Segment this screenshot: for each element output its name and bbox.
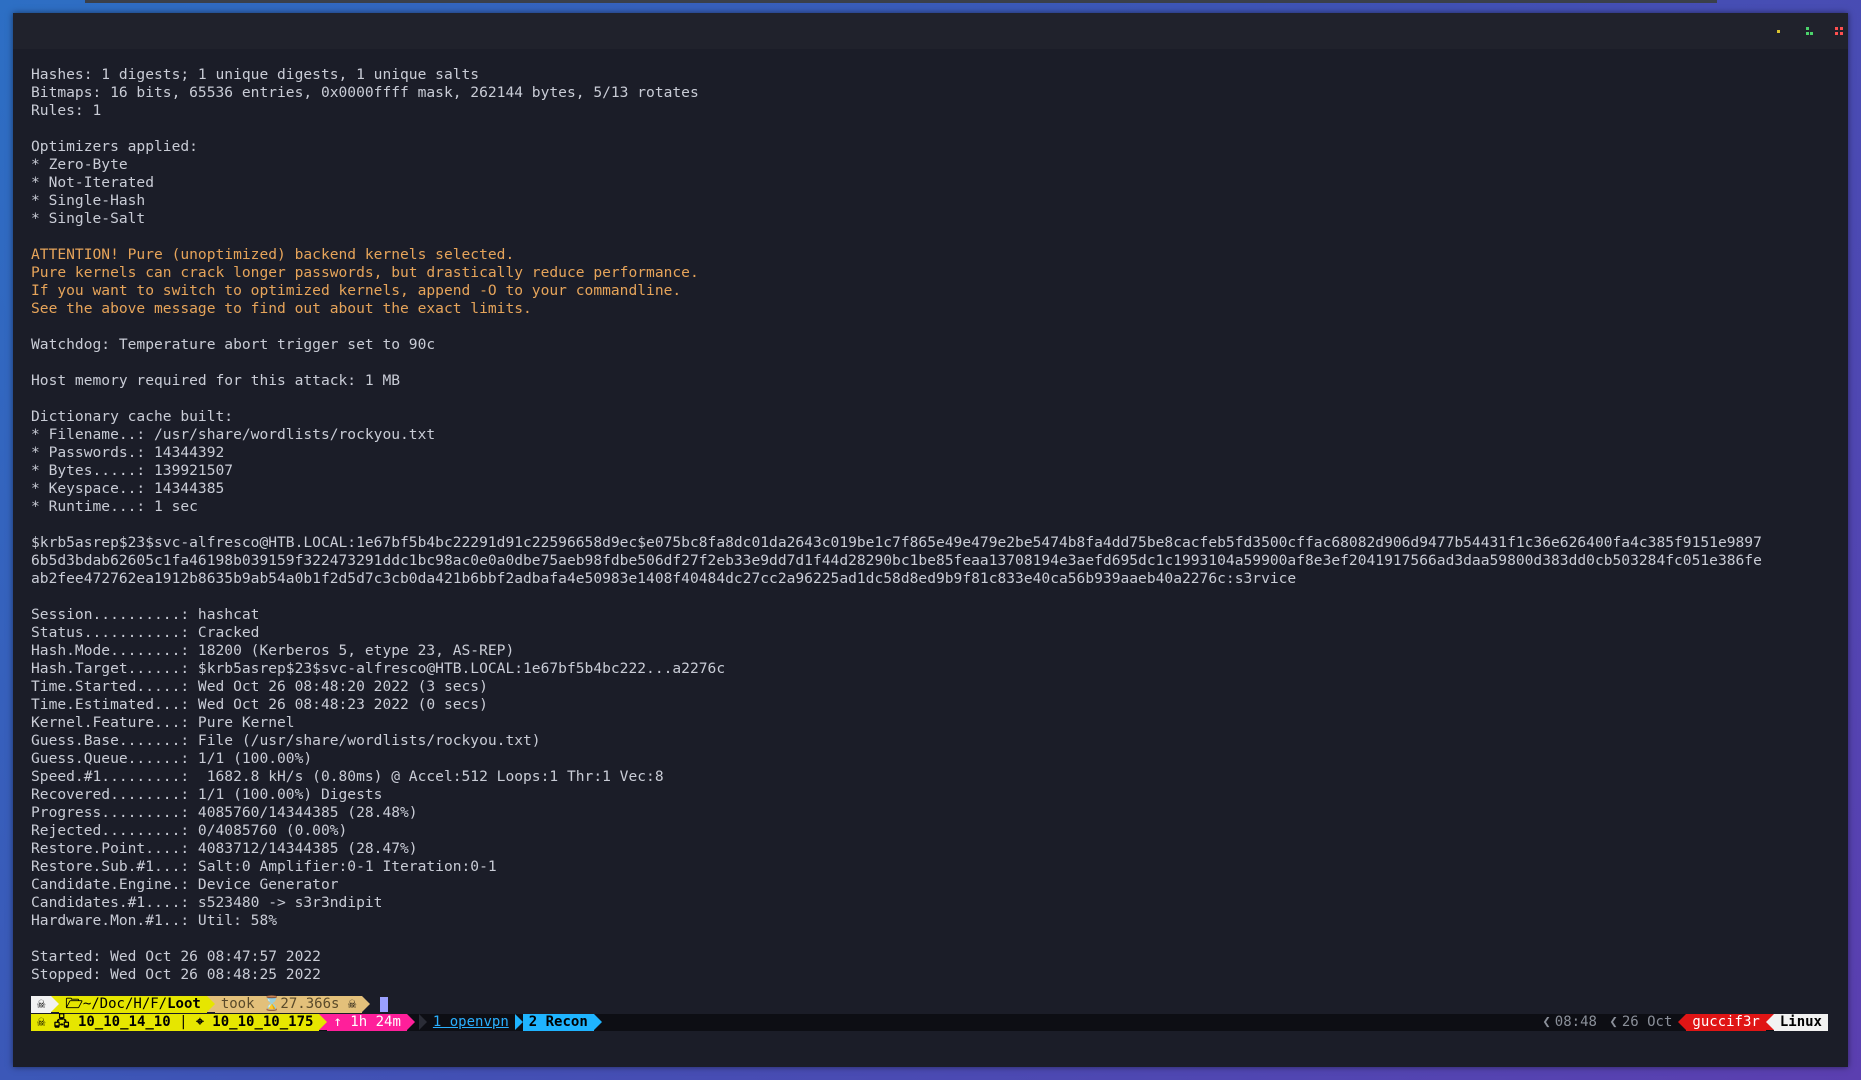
minimize-icon[interactable] xyxy=(1774,26,1784,36)
terminal-line: * Filename..: /usr/share/wordlists/rocky… xyxy=(31,426,436,443)
skull-icon: ☠ xyxy=(31,996,52,1013)
terminal-line: * Single-Hash xyxy=(31,192,146,209)
target-ip: 10_10_10_175 xyxy=(212,1014,314,1030)
terminal-line: Candidates.#1....: s523480 -> s3r3ndipit xyxy=(31,894,383,911)
clock-date: 26 Oct xyxy=(1621,1014,1673,1030)
chevron-left-icon: ❮ xyxy=(1542,1014,1551,1030)
terminal-line: Hashes: 1 digests; 1 unique digests, 1 u… xyxy=(31,66,480,83)
terminal-line: Restore.Point....: 4083712/14344385 (28.… xyxy=(31,840,418,857)
terminal-line: Guess.Queue......: 1/1 (100.00%) xyxy=(31,750,313,767)
maximize-icon[interactable] xyxy=(1804,26,1814,36)
terminal-line: * Passwords.: 14344392 xyxy=(31,444,225,461)
terminal-line: Hash.Target......: $krb5asrep$23$svc-alf… xyxy=(31,660,726,677)
target-icon: ⌖ xyxy=(195,1014,204,1030)
terminal-line: Candidate.Engine.: Device Generator xyxy=(31,876,339,893)
terminal-line: Watchdog: Temperature abort trigger set … xyxy=(31,336,436,353)
terminal-line: Rejected.........: 0/4085760 (0.00%) xyxy=(31,822,348,839)
terminal-line: Optimizers applied: xyxy=(31,138,198,155)
path-prefix: ~/Doc/H/F/ xyxy=(82,996,168,1012)
user-name: guccif3r xyxy=(1686,1014,1766,1031)
tmux-status-bar: ☠ 🖧 10_10_14_10 | ⌖ 10_10_10_175 ↑ 1h 24m… xyxy=(31,1014,1828,1031)
ip-divider: | xyxy=(179,1014,188,1030)
terminal-line: * Keyspace..: 14344385 xyxy=(31,480,225,497)
took-segment: took ⌛27.366s ☠ xyxy=(214,996,363,1013)
terminal-line: Host memory required for this attack: 1 … xyxy=(31,372,401,389)
status-right: ❮ 08:48 ❮ 26 Oct guccif3r Linux xyxy=(1538,1014,1828,1031)
terminal-line: Speed.#1.........: 1682.8 kH/s (0.80ms) … xyxy=(31,768,664,785)
terminal-line: See the above message to find out about … xyxy=(31,300,532,317)
terminal-line: Started: Wed Oct 26 08:47:57 2022 xyxy=(31,948,321,965)
network-icon: 🖧 xyxy=(53,1014,70,1030)
local-ip: 10_10_14_10 xyxy=(77,1014,171,1030)
terminal-line: Pure kernels can crack longer passwords,… xyxy=(31,264,699,281)
terminal-line: 6b5d3bdab62605c1fa46198b039159f322473291… xyxy=(31,552,1762,569)
local-ip-segment: ☠ 🖧 10_10_14_10 | ⌖ 10_10_10_175 xyxy=(31,1014,320,1031)
folder-open-icon: 🗁 xyxy=(65,996,83,1012)
terminal-line: Time.Estimated...: Wed Oct 26 08:48:23 2… xyxy=(31,696,488,713)
skull-icon: ☠ xyxy=(37,1014,46,1030)
terminal-line: * Runtime...: 1 sec xyxy=(31,498,198,515)
terminal-line: * Single-Salt xyxy=(31,210,146,227)
uptime: ↑ 1h 24m xyxy=(327,1014,407,1031)
os-name: Linux xyxy=(1773,1014,1828,1031)
terminal-line: * Bytes.....: 139921507 xyxy=(31,462,234,479)
terminal-line: Recovered........: 1/1 (100.00%) Digests xyxy=(31,786,383,803)
terminal-line: Time.Started.....: Wed Oct 26 08:48:20 2… xyxy=(31,678,488,695)
background-top-strip xyxy=(85,0,1717,3)
hourglass-icon: ⌛ xyxy=(262,996,281,1012)
terminal-line: Restore.Sub.#1...: Salt:0 Amplifier:0-1 … xyxy=(31,858,497,875)
took-label: took xyxy=(220,996,255,1012)
terminal-line: Dictionary cache built: xyxy=(31,408,234,425)
chevron-left-icon: ❮ xyxy=(1609,1014,1618,1030)
terminal-line: Session..........: hashcat xyxy=(31,606,260,623)
terminal-line: Status...........: Cracked xyxy=(31,624,260,641)
title-bar xyxy=(13,13,1848,49)
terminal-line: Stopped: Wed Oct 26 08:48:25 2022 xyxy=(31,966,321,983)
duration: 27.366s xyxy=(280,996,340,1012)
terminal-line: ab2fee472762ea1912b8635b9ab54a0b1f2d5d7c… xyxy=(31,570,1297,587)
shell-prompt: ☠ 🗁~/Doc/H/F/Loot took ⌛27.366s ☠ xyxy=(31,996,389,1013)
window-tab-openvpn-label[interactable]: 1 openvpn xyxy=(433,1014,509,1030)
close-icon[interactable] xyxy=(1834,26,1844,36)
terminal-line: Progress.........: 4085760/14344385 (28.… xyxy=(31,804,418,821)
cursor[interactable] xyxy=(380,997,389,1012)
window-tab-openvpn[interactable]: 1 openvpn xyxy=(427,1014,515,1031)
terminal-line: Bitmaps: 16 bits, 65536 entries, 0x0000f… xyxy=(31,84,699,101)
skull-end-icon: ☠ xyxy=(347,996,357,1012)
terminal-line: Hardware.Mon.#1..: Util: 58% xyxy=(31,912,278,929)
terminal-line: $krb5asrep$23$svc-alfresco@HTB.LOCAL:1e6… xyxy=(31,534,1762,551)
clock-time: 08:48 xyxy=(1554,1014,1597,1030)
terminal-line: ATTENTION! Pure (unoptimized) backend ke… xyxy=(31,246,515,263)
terminal-line: If you want to switch to optimized kerne… xyxy=(31,282,682,299)
terminal-line: Guess.Base.......: File (/usr/share/word… xyxy=(31,732,541,749)
prompt-path: 🗁~/Doc/H/F/Loot xyxy=(59,996,207,1013)
terminal-line: Hash.Mode........: 18200 (Kerberos 5, et… xyxy=(31,642,515,659)
terminal-line: Kernel.Feature...: Pure Kernel xyxy=(31,714,295,731)
terminal-line: Rules: 1 xyxy=(31,102,102,119)
window-tab-recon[interactable]: 2 Recon xyxy=(522,1014,594,1031)
terminal-line: * Zero-Byte xyxy=(31,156,128,173)
terminal-output: Hashes: 1 digests; 1 unique digests, 1 u… xyxy=(31,66,1821,984)
terminal-line: * Not-Iterated xyxy=(31,174,155,191)
path-current: Loot xyxy=(167,996,201,1012)
